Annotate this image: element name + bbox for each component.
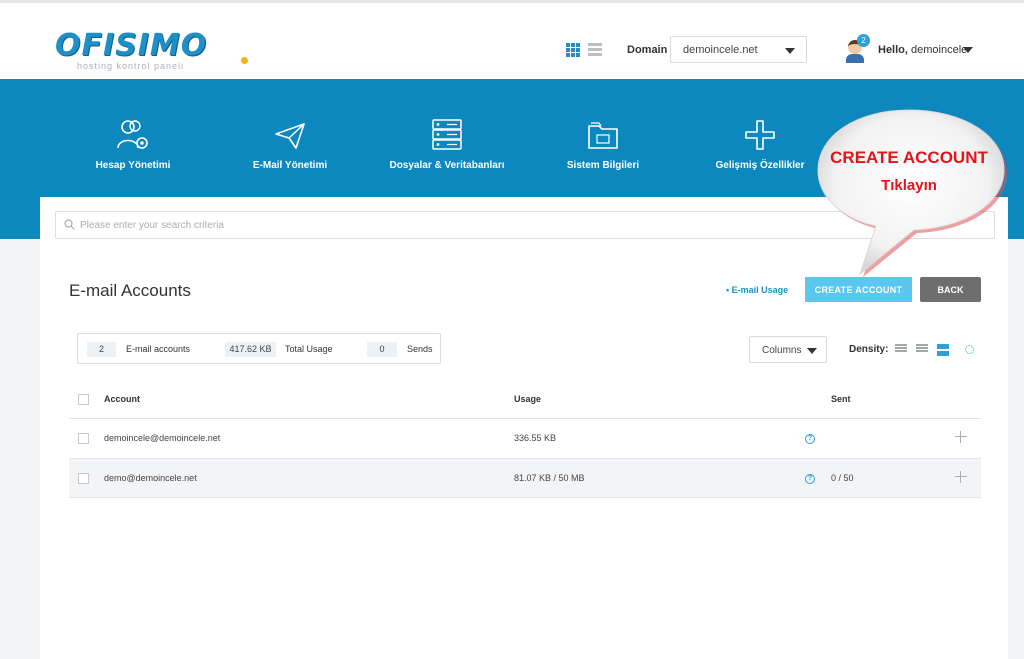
grid-view-icon[interactable] xyxy=(566,43,580,57)
density-medium-icon[interactable] xyxy=(916,344,928,356)
top-header: OFISIMO hosting kontrol paneli Domain de… xyxy=(0,0,1024,79)
logo-text: OFISIMO xyxy=(55,28,208,63)
nav-item-label: E-Mail Yönetimi xyxy=(252,160,328,171)
account-sent: 0 / 50 xyxy=(831,473,854,483)
paper-plane-icon xyxy=(275,123,305,149)
row-divider xyxy=(69,497,981,498)
callout-title: CREATE ACCOUNT xyxy=(830,148,988,167)
density-comfortable-icon[interactable] xyxy=(937,344,949,356)
help-icon[interactable]: ? xyxy=(805,474,815,484)
account-usage: 336.55 KB xyxy=(514,433,557,443)
expand-row-icon[interactable] xyxy=(955,471,967,483)
search-icon xyxy=(64,219,75,230)
domain-label: Domain xyxy=(627,44,668,56)
row-checkbox[interactable] xyxy=(78,473,89,484)
domain-select[interactable]: demoincele.net xyxy=(670,36,807,63)
back-button[interactable]: BACK xyxy=(920,277,981,302)
account-email[interactable]: demoincele@demoincele.net xyxy=(104,433,220,443)
refresh-icon[interactable] xyxy=(965,345,974,354)
density-label: Density: xyxy=(849,344,889,355)
columns-dropdown[interactable]: Columns xyxy=(749,336,827,363)
total-usage-label: Total Usage xyxy=(285,344,333,354)
nav-item-dosyalar-veritabanlari[interactable]: Dosyalar & Veritabanları xyxy=(367,118,527,171)
page-title: E-mail Accounts xyxy=(69,281,191,300)
column-header-usage[interactable]: Usage xyxy=(514,394,541,404)
nav-item-hesap-yonetimi[interactable]: Hesap Yönetimi xyxy=(53,118,213,171)
column-header-account[interactable]: Account xyxy=(104,394,140,404)
username: demoincele xyxy=(911,44,968,56)
nav-item-label: Hesap Yönetimi xyxy=(95,160,171,171)
nav-item-sistem-bilgileri[interactable]: Sistem Bilgileri xyxy=(523,118,683,171)
create-account-button[interactable]: CREATE ACCOUNT xyxy=(805,277,912,302)
users-gear-icon xyxy=(117,120,148,149)
nav-item-label: Dosyalar & Veritabanları xyxy=(389,160,505,171)
create-account-callout: CREATE ACCOUNT Tıklayın xyxy=(814,108,1022,278)
sends-count: 0 xyxy=(367,342,397,357)
row-checkbox[interactable] xyxy=(78,433,89,444)
domain-select-value: demoincele.net xyxy=(683,44,758,56)
columns-label: Columns xyxy=(762,345,802,356)
nav-item-label: Sistem Bilgileri xyxy=(566,160,640,171)
server-database-icon xyxy=(432,119,462,150)
nav-item-email-yonetimi[interactable]: E-Mail Yönetimi xyxy=(210,118,370,171)
column-header-sent[interactable]: Sent xyxy=(831,394,851,404)
chevron-down-icon xyxy=(807,348,817,354)
user-menu[interactable]: Hello, demoincele xyxy=(878,44,967,56)
plus-icon xyxy=(745,120,775,150)
callout-subtitle: Tıklayın xyxy=(881,177,937,194)
stats-summary: 2 E-mail accounts 417.62 KB Total Usage … xyxy=(77,333,441,364)
accounts-count: 2 xyxy=(87,342,116,357)
row-divider xyxy=(69,418,981,419)
hello-prefix: Hello, xyxy=(878,44,908,56)
total-usage-value: 417.62 KB xyxy=(225,342,276,357)
density-compact-icon[interactable] xyxy=(895,344,907,356)
chevron-down-icon xyxy=(785,48,795,54)
expand-row-icon[interactable] xyxy=(955,431,967,443)
help-icon[interactable]: ? xyxy=(805,434,815,444)
ofisimo-logo[interactable]: OFISIMO hosting kontrol paneli xyxy=(55,28,248,75)
account-email[interactable]: demo@demoincele.net xyxy=(104,473,197,483)
account-usage: 81.07 KB / 50 MB xyxy=(514,473,585,483)
select-all-checkbox[interactable] xyxy=(78,394,89,405)
logo-subtitle: hosting kontrol paneli xyxy=(77,61,185,71)
logo-dot xyxy=(241,57,248,64)
sends-label: Sends xyxy=(407,344,433,354)
accounts-label: E-mail accounts xyxy=(126,344,191,354)
folder-icon xyxy=(588,122,618,149)
chevron-down-icon[interactable] xyxy=(963,47,973,53)
list-view-icon[interactable] xyxy=(588,43,602,57)
email-usage-link[interactable]: • E-mail Usage xyxy=(726,285,788,295)
notification-badge[interactable]: 2 xyxy=(857,34,870,47)
